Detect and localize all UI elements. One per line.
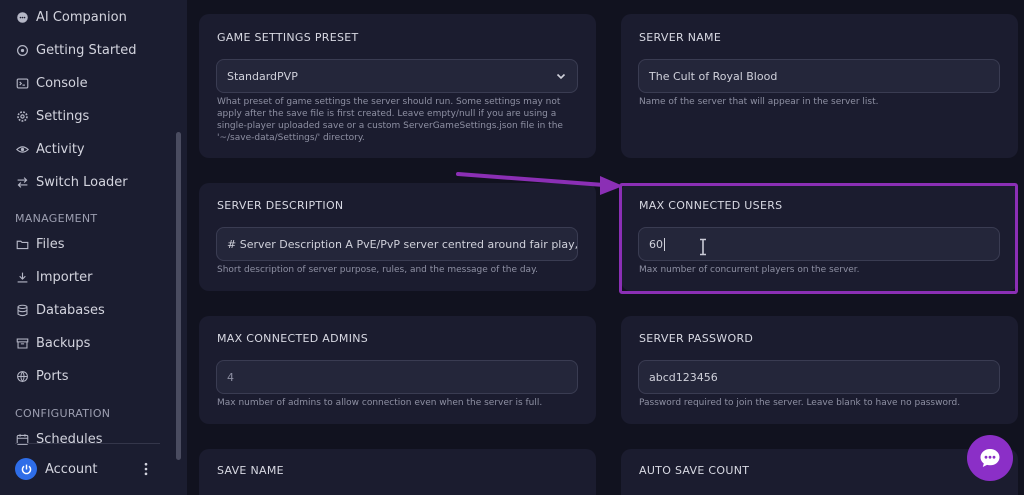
sidebar-item-label: Files [36, 236, 65, 252]
database-icon [15, 303, 29, 317]
sidebar-item-label: AI Companion [36, 9, 127, 25]
gear-icon [15, 109, 29, 123]
sidebar-item-label: Console [36, 75, 88, 91]
rocket-icon [15, 43, 29, 57]
server-description-input[interactable]: # Server Description A PvE/PvP server ce… [216, 227, 578, 261]
sidebar-item-activity[interactable]: Activity [15, 138, 85, 160]
field-help: What preset of game settings the server … [217, 97, 563, 143]
card-server-password: SERVER PASSWORD abcd123456 Password requ… [621, 316, 1018, 424]
field-title: SERVER DESCRIPTION [217, 199, 344, 212]
sidebar-divider [15, 443, 160, 444]
chevron-down-icon [556, 73, 566, 80]
sidebar-item-databases[interactable]: Databases [15, 299, 105, 321]
sidebar-item-settings[interactable]: Settings [15, 105, 89, 127]
kebab-menu-icon[interactable] [140, 460, 152, 478]
field-title: AUTO SAVE COUNT [639, 464, 750, 477]
sidebar-item-importer[interactable]: Importer [15, 266, 93, 288]
sidebar-item-ai-companion[interactable]: AI Companion [15, 6, 127, 28]
select-value: StandardPVP [227, 69, 298, 83]
switch-arrows-icon [15, 175, 29, 189]
sidebar-item-console[interactable]: Console [15, 72, 88, 94]
account-menu[interactable]: Account [15, 457, 98, 481]
eye-icon [15, 142, 29, 156]
max-connected-admins-input[interactable]: 4 [216, 360, 578, 394]
sidebar-item-label: Activity [36, 141, 85, 157]
field-title: SAVE NAME [217, 464, 284, 477]
server-name-input[interactable]: The Cult of Royal Blood [638, 59, 1000, 93]
sidebar-item-getting-started[interactable]: Getting Started [15, 39, 137, 61]
card-game-settings-preset: GAME SETTINGS PRESET StandardPVP What pr… [199, 14, 596, 158]
input-value: abcd123456 [649, 370, 718, 384]
sidebar-item-label: Databases [36, 302, 105, 318]
terminal-icon [15, 76, 29, 90]
sidebar-item-label: Getting Started [36, 42, 137, 58]
archive-icon [15, 336, 29, 350]
highlight-box [619, 183, 1018, 294]
avatar [15, 458, 37, 480]
sidebar-scrollbar[interactable] [176, 132, 181, 460]
field-help: Short description of server purpose, rul… [217, 265, 538, 275]
field-help: Password required to join the server. Le… [639, 398, 961, 408]
sidebar-item-label: Settings [36, 108, 90, 124]
sidebar-item-label: Ports [36, 368, 69, 384]
field-title: SERVER PASSWORD [639, 332, 754, 345]
field-title: GAME SETTINGS PRESET [217, 31, 359, 44]
game-settings-preset-select[interactable]: StandardPVP [216, 59, 578, 93]
network-icon [15, 369, 29, 383]
card-server-name: SERVER NAME The Cult of Royal Blood Name… [621, 14, 1018, 158]
section-label-configuration: CONFIGURATION [15, 407, 111, 420]
text-cursor-icon [700, 238, 706, 256]
sidebar: AI Companion Getting Started Console Set… [0, 0, 187, 495]
server-password-input[interactable]: abcd123456 [638, 360, 1000, 394]
card-max-connected-admins: MAX CONNECTED ADMINS 4 Max number of adm… [199, 316, 596, 424]
account-label: Account [45, 461, 98, 477]
section-label-management: MANAGEMENT [15, 212, 98, 225]
sidebar-item-label: Importer [36, 269, 93, 285]
chat-bubble-icon [15, 10, 29, 24]
input-value: 4 [227, 370, 234, 384]
chat-bubble-icon [980, 449, 1000, 467]
field-title: SERVER NAME [639, 31, 722, 44]
sidebar-item-ports[interactable]: Ports [15, 365, 69, 387]
sidebar-item-schedules[interactable]: Schedules [15, 428, 103, 450]
input-value: The Cult of Royal Blood [649, 69, 778, 83]
folder-icon [15, 237, 29, 251]
sidebar-item-label: Switch Loader [36, 174, 128, 190]
sidebar-item-switch-loader[interactable]: Switch Loader [15, 171, 128, 193]
field-title: MAX CONNECTED ADMINS [217, 332, 369, 345]
card-server-description: SERVER DESCRIPTION # Server Description … [199, 183, 596, 291]
sidebar-item-label: Backups [36, 335, 91, 351]
field-help: Max number of admins to allow connection… [217, 398, 543, 408]
input-value: # Server Description A PvE/PvP server ce… [227, 237, 578, 251]
power-icon [21, 464, 31, 474]
download-icon [15, 270, 29, 284]
sidebar-item-label: Schedules [36, 431, 103, 447]
card-auto-save-count: AUTO SAVE COUNT [621, 449, 1018, 495]
field-help: Name of the server that will appear in t… [639, 97, 879, 107]
sidebar-item-backups[interactable]: Backups [15, 332, 90, 354]
chat-support-button[interactable] [967, 435, 1013, 481]
card-save-name: SAVE NAME [199, 449, 596, 495]
sidebar-item-files[interactable]: Files [15, 233, 65, 255]
